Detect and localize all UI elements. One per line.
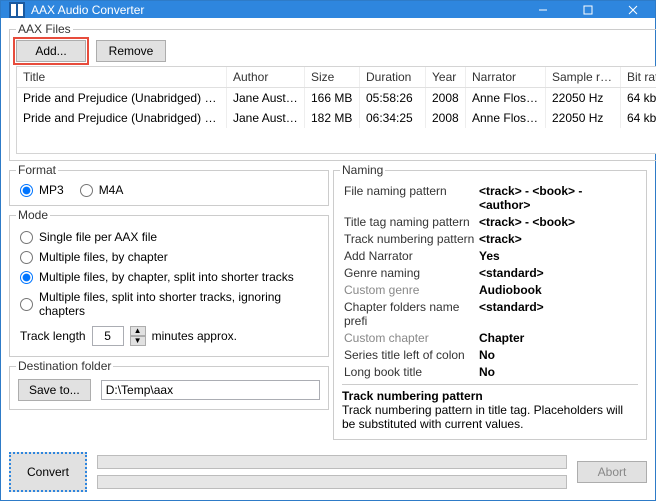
- format-mp3-radio[interactable]: [20, 184, 33, 197]
- cell-size: 166 MB: [305, 88, 360, 108]
- naming-help-title: Track numbering pattern: [342, 389, 638, 403]
- maximize-button[interactable]: [565, 1, 610, 18]
- naming-label: Track numbering pattern: [342, 231, 477, 247]
- mode-legend: Mode: [16, 208, 50, 222]
- naming-value[interactable]: <track>: [477, 231, 638, 247]
- mode-option-3[interactable]: Multiple files, split into shorter track…: [20, 290, 318, 318]
- cell-narrator: Anne Flosnik: [466, 108, 546, 128]
- aax-files-group: AAX Files Add... Remove Title Author Siz…: [9, 22, 656, 161]
- naming-value[interactable]: Yes: [477, 248, 638, 264]
- col-sample[interactable]: Sample rate: [546, 67, 621, 87]
- naming-value[interactable]: <standard>: [477, 299, 638, 329]
- tracklen-input[interactable]: [92, 326, 124, 346]
- abort-button: Abort: [577, 461, 647, 483]
- save-to-button[interactable]: Save to...: [18, 379, 91, 401]
- file-table[interactable]: Title Author Size Duration Year Narrator…: [16, 66, 656, 154]
- remove-button[interactable]: Remove: [96, 40, 166, 62]
- naming-value[interactable]: No: [477, 364, 638, 380]
- col-title[interactable]: Title: [17, 67, 227, 87]
- naming-label: Chapter folders name prefi: [342, 299, 477, 329]
- mode-radio-2[interactable]: [20, 271, 33, 284]
- naming-value[interactable]: Chapter: [477, 330, 638, 346]
- naming-label: Genre naming: [342, 265, 477, 281]
- add-button[interactable]: Add...: [16, 40, 86, 62]
- naming-value[interactable]: <track> - <book>: [477, 214, 638, 230]
- tracklen-label-pre: Track length: [20, 329, 86, 343]
- format-mp3[interactable]: MP3: [20, 183, 64, 197]
- tracklen-down[interactable]: ▼: [130, 336, 146, 346]
- destination-path-input[interactable]: [101, 380, 320, 400]
- naming-label: Add Narrator: [342, 248, 477, 264]
- format-m4a[interactable]: M4A: [80, 183, 124, 197]
- naming-help-desc: Track numbering pattern in title tag. Pl…: [342, 403, 638, 431]
- mode-radio-0[interactable]: [20, 231, 33, 244]
- naming-label: Custom genre: [342, 282, 477, 298]
- table-row[interactable]: Pride and Prejudice (Unabridged) Part 1J…: [17, 88, 656, 108]
- app-window: AAX Audio Converter AAX Files Add... Rem…: [0, 0, 656, 501]
- titlebar: AAX Audio Converter: [1, 1, 655, 18]
- cell-duration: 06:34:25: [360, 108, 426, 128]
- destination-legend: Destination folder: [16, 359, 113, 373]
- cell-sample: 22050 Hz: [546, 108, 621, 128]
- convert-button[interactable]: Convert: [9, 452, 87, 492]
- naming-label: Title tag naming pattern: [342, 214, 477, 230]
- minimize-button[interactable]: [520, 1, 565, 18]
- format-group: Format MP3 M4A: [9, 163, 329, 206]
- tracklen-label-post: minutes approx.: [152, 329, 237, 343]
- naming-label: Custom chapter: [342, 330, 477, 346]
- mode-group: Mode Single file per AAX file Multiple fi…: [9, 208, 329, 357]
- naming-label: Long book title: [342, 364, 477, 380]
- naming-group: Naming File naming pattern<track> - <boo…: [333, 163, 647, 440]
- table-row[interactable]: Pride and Prejudice (Unabridged) Part 2J…: [17, 108, 656, 128]
- naming-legend: Naming: [340, 163, 385, 177]
- naming-grid[interactable]: File naming pattern<track> - <book> - <a…: [342, 183, 638, 380]
- col-year[interactable]: Year: [426, 67, 466, 87]
- window-title: AAX Audio Converter: [31, 3, 520, 17]
- mode-option-1[interactable]: Multiple files, by chapter: [20, 250, 318, 264]
- cell-title: Pride and Prejudice (Unabridged) Part 2: [17, 108, 227, 128]
- app-icon: [9, 2, 25, 18]
- col-author[interactable]: Author: [227, 67, 305, 87]
- naming-value[interactable]: Audiobook: [477, 282, 638, 298]
- close-button[interactable]: [610, 1, 655, 18]
- cell-size: 182 MB: [305, 108, 360, 128]
- mode-radio-3[interactable]: [20, 298, 33, 311]
- cell-year: 2008: [426, 108, 466, 128]
- cell-author: Jane Austen: [227, 88, 305, 108]
- format-legend: Format: [16, 163, 58, 177]
- cell-sample: 22050 Hz: [546, 88, 621, 108]
- naming-value[interactable]: No: [477, 347, 638, 363]
- naming-help: Track numbering pattern Track numbering …: [342, 384, 638, 431]
- cell-year: 2008: [426, 88, 466, 108]
- mode-option-0[interactable]: Single file per AAX file: [20, 230, 318, 244]
- mode-option-2[interactable]: Multiple files, by chapter, split into s…: [20, 270, 318, 284]
- cell-title: Pride and Prejudice (Unabridged) Part 1: [17, 88, 227, 108]
- naming-label: File naming pattern: [342, 183, 477, 213]
- naming-label: Series title left of colon: [342, 347, 477, 363]
- cell-duration: 05:58:26: [360, 88, 426, 108]
- naming-value[interactable]: <track> - <book> - <author>: [477, 183, 638, 213]
- format-m4a-radio[interactable]: [80, 184, 93, 197]
- cell-author: Jane Austen: [227, 108, 305, 128]
- col-duration[interactable]: Duration: [360, 67, 426, 87]
- progress-bar-1: [97, 455, 567, 469]
- cell-narrator: Anne Flosnik: [466, 88, 546, 108]
- table-header: Title Author Size Duration Year Narrator…: [17, 67, 656, 88]
- col-size[interactable]: Size: [305, 67, 360, 87]
- destination-group: Destination folder Save to...: [9, 359, 329, 410]
- cell-bit: 64 kb/s: [621, 108, 656, 128]
- naming-value[interactable]: <standard>: [477, 265, 638, 281]
- tracklen-up[interactable]: ▲: [130, 326, 146, 336]
- progress-bar-2: [97, 475, 567, 489]
- col-bitrate[interactable]: Bit rate: [621, 67, 656, 87]
- cell-bit: 64 kb/s: [621, 88, 656, 108]
- col-narrator[interactable]: Narrator: [466, 67, 546, 87]
- mode-radio-1[interactable]: [20, 251, 33, 264]
- aax-files-legend: AAX Files: [16, 22, 73, 36]
